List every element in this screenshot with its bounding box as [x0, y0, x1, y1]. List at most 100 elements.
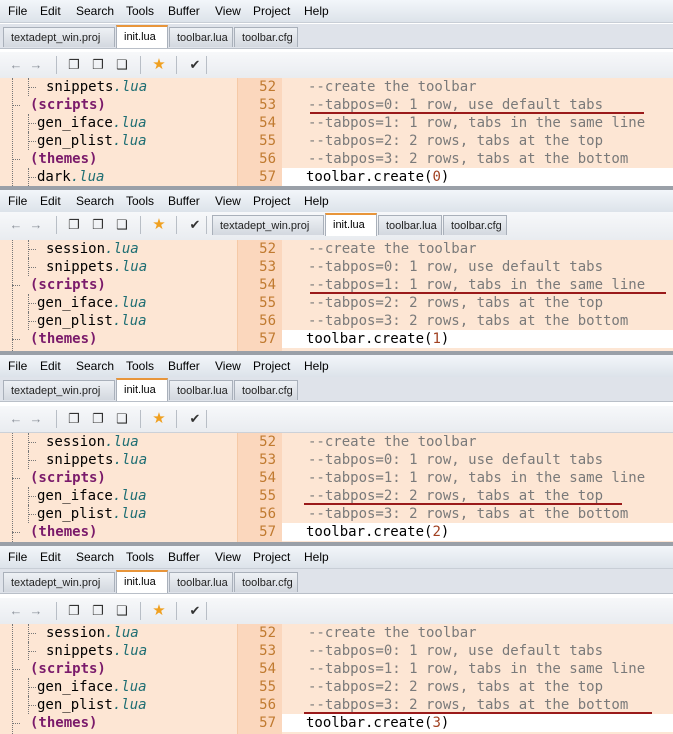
back-arrow-icon[interactable]: ← — [8, 57, 24, 73]
tab-init-lua[interactable]: init.lua — [325, 213, 377, 236]
tab-init-lua[interactable]: init.lua — [116, 25, 168, 48]
menu-file[interactable]: File — [8, 4, 27, 18]
code-view[interactable]: --create the toolbar --tabpos=0: 1 row, u… — [282, 78, 673, 186]
tab-toolbar-lua[interactable]: toolbar.lua — [169, 27, 233, 47]
tab-toolbar-cfg[interactable]: toolbar.cfg — [234, 27, 298, 47]
back-arrow-icon[interactable]: ← — [8, 603, 24, 619]
menu-edit[interactable]: Edit — [40, 550, 61, 564]
tab-toolbar-cfg[interactable]: toolbar.cfg — [234, 380, 298, 400]
tree-file[interactable]: gen_iface.lua — [37, 294, 147, 312]
toggle-view-icon[interactable]: ❑ — [114, 57, 130, 73]
tab-toolbar-cfg[interactable]: toolbar.cfg — [234, 572, 298, 592]
tab-toolbar-cfg[interactable]: toolbar.cfg — [443, 215, 507, 235]
tree-file[interactable]: gen_iface.lua — [37, 678, 147, 696]
tab-textadept-win-proj[interactable]: textadept_win.proj — [3, 380, 115, 400]
toggle-view-icon[interactable]: ❐ — [66, 57, 82, 73]
menu-view[interactable]: View — [215, 359, 241, 373]
menu-help[interactable]: Help — [304, 194, 329, 208]
tree-file[interactable]: gen_iface.lua — [37, 114, 147, 132]
menu-edit[interactable]: Edit — [40, 359, 61, 373]
tab-toolbar-lua[interactable]: toolbar.lua — [169, 380, 233, 400]
menu-project[interactable]: Project — [253, 194, 290, 208]
menu-help[interactable]: Help — [304, 550, 329, 564]
toggle-view-icon[interactable]: ❐ — [66, 603, 82, 619]
tree-folder[interactable]: (scripts) — [30, 660, 106, 678]
tree-folder[interactable]: (scripts) — [30, 96, 106, 114]
menu-tools[interactable]: Tools — [126, 194, 154, 208]
menu-help[interactable]: Help — [304, 359, 329, 373]
code-view[interactable]: --create the toolbar --tabpos=0: 1 row, u… — [282, 240, 673, 351]
tree-folder[interactable]: (themes) — [30, 714, 97, 732]
menu-search[interactable]: Search — [76, 4, 114, 18]
menu-buffer[interactable]: Buffer — [168, 359, 200, 373]
menu-file[interactable]: File — [8, 194, 27, 208]
tree-folder[interactable]: (scripts) — [30, 469, 106, 487]
menu-edit[interactable]: Edit — [40, 194, 61, 208]
tab-toolbar-lua[interactable]: toolbar.lua — [378, 215, 442, 235]
check-icon[interactable]: ✔ — [187, 411, 203, 427]
tree-file[interactable]: session.lua — [46, 433, 139, 451]
tab-textadept-win-proj[interactable]: textadept_win.proj — [3, 27, 115, 47]
toggle-view-icon[interactable]: ❑ — [114, 603, 130, 619]
tree-file[interactable]: snippets.lua — [46, 258, 147, 276]
tree-folder[interactable]: (themes) — [30, 150, 97, 168]
code-view[interactable]: --create the toolbar --tabpos=0: 1 row, u… — [282, 433, 673, 542]
favorite-star-icon[interactable]: ★ — [151, 603, 167, 619]
tree-folder[interactable]: (themes) — [30, 523, 97, 541]
code-view[interactable]: --create the toolbar --tabpos=0: 1 row, u… — [282, 624, 673, 734]
check-icon[interactable]: ✔ — [187, 57, 203, 73]
favorite-star-icon[interactable]: ★ — [151, 57, 167, 73]
tree-file[interactable]: snippets.lua — [46, 78, 147, 96]
forward-arrow-icon[interactable]: → — [28, 411, 44, 427]
tree-file[interactable]: snippets.lua — [46, 451, 147, 469]
tab-textadept-win-proj[interactable]: textadept_win.proj — [3, 572, 115, 592]
editor-area: session.lua snippets.lua (scripts) gen_ifac… — [0, 433, 673, 542]
tree-file[interactable]: session.lua — [46, 624, 139, 642]
menu-buffer[interactable]: Buffer — [168, 550, 200, 564]
toggle-view-icon[interactable]: ❐ — [90, 603, 106, 619]
tab-toolbar-lua[interactable]: toolbar.lua — [169, 572, 233, 592]
tree-file[interactable]: session.lua — [46, 240, 139, 258]
tree-file[interactable]: gen_plist.lua — [37, 132, 147, 150]
tab-textadept-win-proj[interactable]: textadept_win.proj — [212, 215, 324, 235]
tree-file[interactable]: gen_plist.lua — [37, 696, 147, 714]
menu-tools[interactable]: Tools — [126, 4, 154, 18]
menu-tools[interactable]: Tools — [126, 359, 154, 373]
menu-search[interactable]: Search — [76, 359, 114, 373]
tree-file[interactable]: gen_plist.lua — [37, 312, 147, 330]
toggle-view-icon[interactable]: ❐ — [90, 57, 106, 73]
menu-project[interactable]: Project — [253, 359, 290, 373]
tab-init-lua[interactable]: init.lua — [116, 570, 168, 593]
menu-file[interactable]: File — [8, 359, 27, 373]
code-line: --tabpos=1: 1 row, tabs in the same line — [308, 661, 646, 677]
menu-search[interactable]: Search — [76, 550, 114, 564]
menu-view[interactable]: View — [215, 550, 241, 564]
toggle-view-icon[interactable]: ❐ — [66, 411, 82, 427]
tree-file[interactable]: dark.lua — [37, 168, 104, 186]
forward-arrow-icon[interactable]: → — [28, 57, 44, 73]
menu-buffer[interactable]: Buffer — [168, 194, 200, 208]
menu-project[interactable]: Project — [253, 4, 290, 18]
favorite-star-icon[interactable]: ★ — [151, 411, 167, 427]
toggle-view-icon[interactable]: ❑ — [114, 411, 130, 427]
tree-file[interactable]: snippets.lua — [46, 642, 147, 660]
menu-search[interactable]: Search — [76, 194, 114, 208]
menu-view[interactable]: View — [215, 194, 241, 208]
menu-view[interactable]: View — [215, 4, 241, 18]
menu-buffer[interactable]: Buffer — [168, 4, 200, 18]
back-arrow-icon[interactable]: ← — [8, 411, 24, 427]
menu-edit[interactable]: Edit — [40, 4, 61, 18]
tab-init-lua[interactable]: init.lua — [116, 378, 168, 401]
tree-file[interactable]: gen_plist.lua — [37, 505, 147, 523]
menu-tools[interactable]: Tools — [126, 550, 154, 564]
tree-file[interactable]: gen_iface.lua — [37, 487, 147, 505]
check-icon[interactable]: ✔ — [187, 603, 203, 619]
tree-folder[interactable]: (scripts) — [30, 276, 106, 294]
toggle-view-icon[interactable]: ❐ — [90, 411, 106, 427]
tree-folder[interactable]: (themes) — [30, 330, 97, 348]
tree-branch — [28, 123, 36, 125]
menu-file[interactable]: File — [8, 550, 27, 564]
menu-project[interactable]: Project — [253, 550, 290, 564]
forward-arrow-icon[interactable]: → — [28, 603, 44, 619]
menu-help[interactable]: Help — [304, 4, 329, 18]
